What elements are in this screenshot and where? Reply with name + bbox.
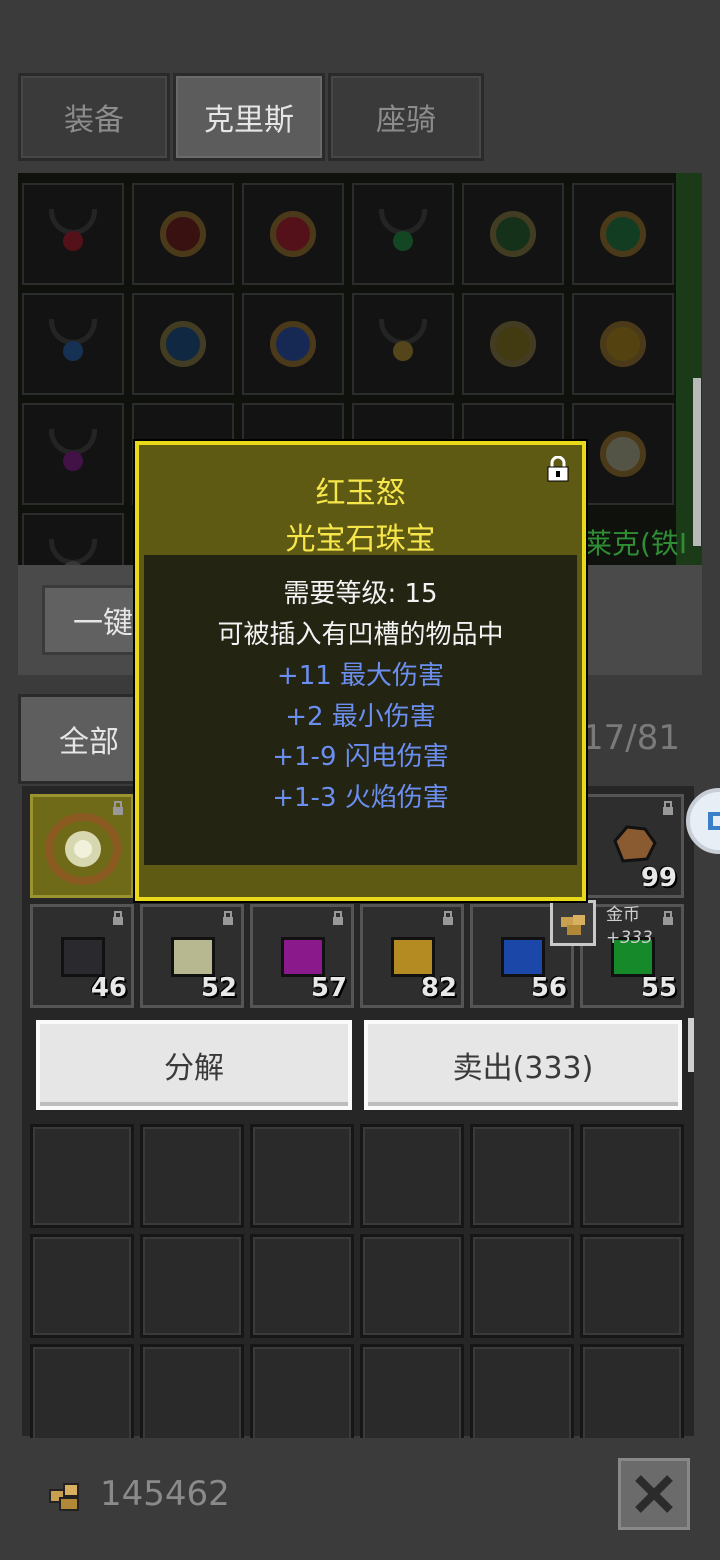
- amulet-icon: [45, 539, 101, 565]
- jewel-icon: [270, 211, 316, 257]
- inventory-slot[interactable]: 99: [580, 794, 684, 898]
- grid-item[interactable]: [22, 403, 124, 505]
- grid-item[interactable]: [132, 293, 234, 395]
- grid-item[interactable]: [22, 513, 124, 565]
- grid-item[interactable]: [242, 183, 344, 285]
- inventory-slot-empty[interactable]: [580, 1344, 684, 1448]
- white-gem-icon: [171, 937, 215, 977]
- tab-equipment[interactable]: 装备: [18, 73, 170, 161]
- inventory-slot-empty[interactable]: [360, 1344, 464, 1448]
- grid-item[interactable]: [572, 293, 674, 395]
- inventory-slot-empty[interactable]: [360, 1124, 464, 1228]
- grid-item[interactable]: [132, 183, 234, 285]
- item-quantity: 82: [420, 973, 457, 1003]
- inventory-slot-empty[interactable]: [360, 1234, 464, 1338]
- inventory-slot-empty[interactable]: [250, 1234, 354, 1338]
- lock-icon: [113, 911, 123, 925]
- inventory-slot-empty[interactable]: [30, 1124, 134, 1228]
- lock-icon: [223, 911, 233, 925]
- gold-gain-tip: 金币 +333: [550, 900, 700, 952]
- inventory-slot-empty[interactable]: [140, 1344, 244, 1448]
- item-quantity: 57: [310, 973, 347, 1003]
- tab-mount[interactable]: 座骑: [328, 73, 484, 161]
- tab-chris[interactable]: 克里斯: [173, 73, 325, 161]
- inventory-slot-empty[interactable]: [30, 1234, 134, 1338]
- jewel-icon: [600, 321, 646, 367]
- item-type: 光宝石珠宝: [285, 522, 436, 557]
- sell-button[interactable]: 卖出(333): [364, 1020, 682, 1110]
- item-quantity: 46: [90, 973, 127, 1003]
- item-description: 可被插入有凹槽的物品中: [217, 620, 504, 650]
- inventory-slot-empty[interactable]: [470, 1124, 574, 1228]
- lock-icon: [663, 801, 673, 815]
- inventory-slot-empty[interactable]: [250, 1344, 354, 1448]
- gold-coin-icon: [49, 1483, 79, 1511]
- item-name: 红玉怒: [315, 476, 406, 511]
- gold-coin-icon: [550, 900, 596, 946]
- black-gem-icon: [61, 937, 105, 977]
- amulet-icon: [45, 429, 101, 479]
- lock-icon: [443, 911, 453, 925]
- ring-icon: [160, 321, 206, 367]
- gold-label: 金币: [606, 905, 640, 925]
- inventory-slot-empty[interactable]: [470, 1234, 574, 1338]
- close-icon: [635, 1475, 673, 1513]
- gold-gain-value: +333: [606, 928, 653, 948]
- inventory-slot-empty[interactable]: [140, 1234, 244, 1338]
- lock-icon: [333, 911, 343, 925]
- inventory-slot-empty[interactable]: [250, 1124, 354, 1228]
- inventory-slot-empty[interactable]: [470, 1344, 574, 1448]
- inventory-slot[interactable]: 82: [360, 904, 464, 1008]
- tooltip-footer: [144, 865, 577, 885]
- grid-item[interactable]: [352, 293, 454, 395]
- inventory-slot-selected[interactable]: [30, 794, 134, 898]
- amulet-icon: [375, 209, 431, 259]
- close-button[interactable]: [618, 1458, 690, 1530]
- inventory-slot-empty[interactable]: [580, 1234, 684, 1338]
- item-quantity: 56: [530, 973, 567, 1003]
- decompose-button[interactable]: 分解: [36, 1020, 352, 1110]
- grid-item[interactable]: [572, 403, 674, 505]
- grid-item[interactable]: [462, 183, 564, 285]
- inventory-slot[interactable]: 57: [250, 904, 354, 1008]
- item-quantity: 55: [640, 973, 677, 1003]
- item-stat: +1-3 火焰伤害: [272, 783, 449, 813]
- ore-icon: [613, 825, 657, 863]
- amulet-icon: [45, 813, 121, 885]
- inventory-count: 17/81: [582, 718, 680, 758]
- item-stat: +1-9 闪电伤害: [272, 742, 449, 772]
- inventory-slot-empty[interactable]: [30, 1344, 134, 1448]
- inventory-slot-empty[interactable]: [580, 1124, 684, 1228]
- grid-item[interactable]: [352, 183, 454, 285]
- item-stat: +11 最大伤害: [276, 661, 445, 691]
- gold-amount: 145462: [100, 1474, 230, 1514]
- grid-item[interactable]: [462, 293, 564, 395]
- item-quantity: 52: [200, 973, 237, 1003]
- inventory-slot[interactable]: 52: [140, 904, 244, 1008]
- grid-item[interactable]: [242, 293, 344, 395]
- ring-icon: [490, 211, 536, 257]
- item-quantity: 99: [640, 863, 677, 893]
- blue-gem-icon: [501, 937, 545, 977]
- item-requirement: 需要等级: 15: [283, 579, 438, 609]
- amulet-icon: [45, 209, 101, 259]
- ring-icon: [160, 211, 206, 257]
- inventory-scrollbar[interactable]: [688, 1018, 694, 1072]
- jewel-icon: [600, 211, 646, 257]
- inventory-slot[interactable]: 46: [30, 904, 134, 1008]
- grid-item[interactable]: [22, 183, 124, 285]
- grid-item[interactable]: [22, 293, 124, 395]
- ring-icon: [490, 321, 536, 367]
- purple-gem-icon: [281, 937, 325, 977]
- yellow-gem-icon: [391, 937, 435, 977]
- amulet-icon: [45, 319, 101, 369]
- set-link-text[interactable]: 莱克(铁I: [584, 522, 694, 562]
- grid-scrollbar[interactable]: [693, 378, 701, 546]
- grid-item[interactable]: [572, 183, 674, 285]
- amulet-icon: [375, 319, 431, 369]
- jewel-icon: [270, 321, 316, 367]
- jewel-icon: [600, 431, 646, 477]
- item-stat: +2 最小伤害: [285, 702, 436, 732]
- inventory-slot-empty[interactable]: [140, 1124, 244, 1228]
